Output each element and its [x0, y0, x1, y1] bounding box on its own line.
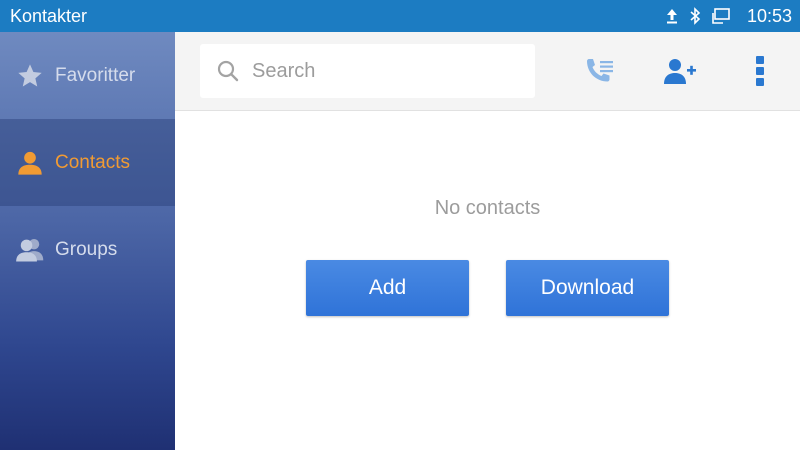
download-button[interactable]: Download — [506, 260, 669, 316]
more-menu-button[interactable] — [743, 55, 777, 92]
empty-state-message: No contacts — [434, 197, 541, 219]
more-menu-icon — [754, 55, 766, 92]
star-icon — [15, 61, 45, 91]
search-placeholder: Search — [252, 60, 316, 82]
search-icon — [216, 59, 240, 88]
status-bar: Kontakter 10:53 — [0, 0, 800, 32]
group-icon — [15, 235, 45, 265]
call-log-button[interactable] — [583, 56, 617, 90]
sidebar-item-contacts[interactable]: Contacts — [0, 119, 175, 206]
toolbar: Search — [175, 32, 800, 111]
add-contact-icon — [663, 56, 697, 91]
upload-icon — [665, 8, 679, 24]
sidebar-item-favorites[interactable]: Favoritter — [0, 32, 175, 119]
bluetooth-icon — [689, 7, 701, 25]
sidebar-item-label: Groups — [55, 238, 118, 260]
app-title: Kontakter — [10, 6, 88, 26]
add-button[interactable]: Add — [306, 260, 469, 316]
sidebar-item-label: Favoritter — [55, 64, 136, 86]
person-icon — [15, 148, 45, 178]
sidebar-item-groups[interactable]: Groups — [0, 206, 175, 293]
network-icon — [711, 7, 731, 25]
sidebar: Favoritter Contacts Groups — [0, 32, 175, 450]
search-input[interactable]: Search — [200, 44, 535, 98]
add-contact-button[interactable] — [663, 56, 697, 90]
status-icons: 10:53 — [665, 0, 792, 32]
clock: 10:53 — [746, 5, 792, 26]
sidebar-item-label: Contacts — [55, 151, 130, 173]
call-log-icon — [584, 56, 616, 91]
contacts-content: No contacts Add Download — [175, 111, 800, 450]
